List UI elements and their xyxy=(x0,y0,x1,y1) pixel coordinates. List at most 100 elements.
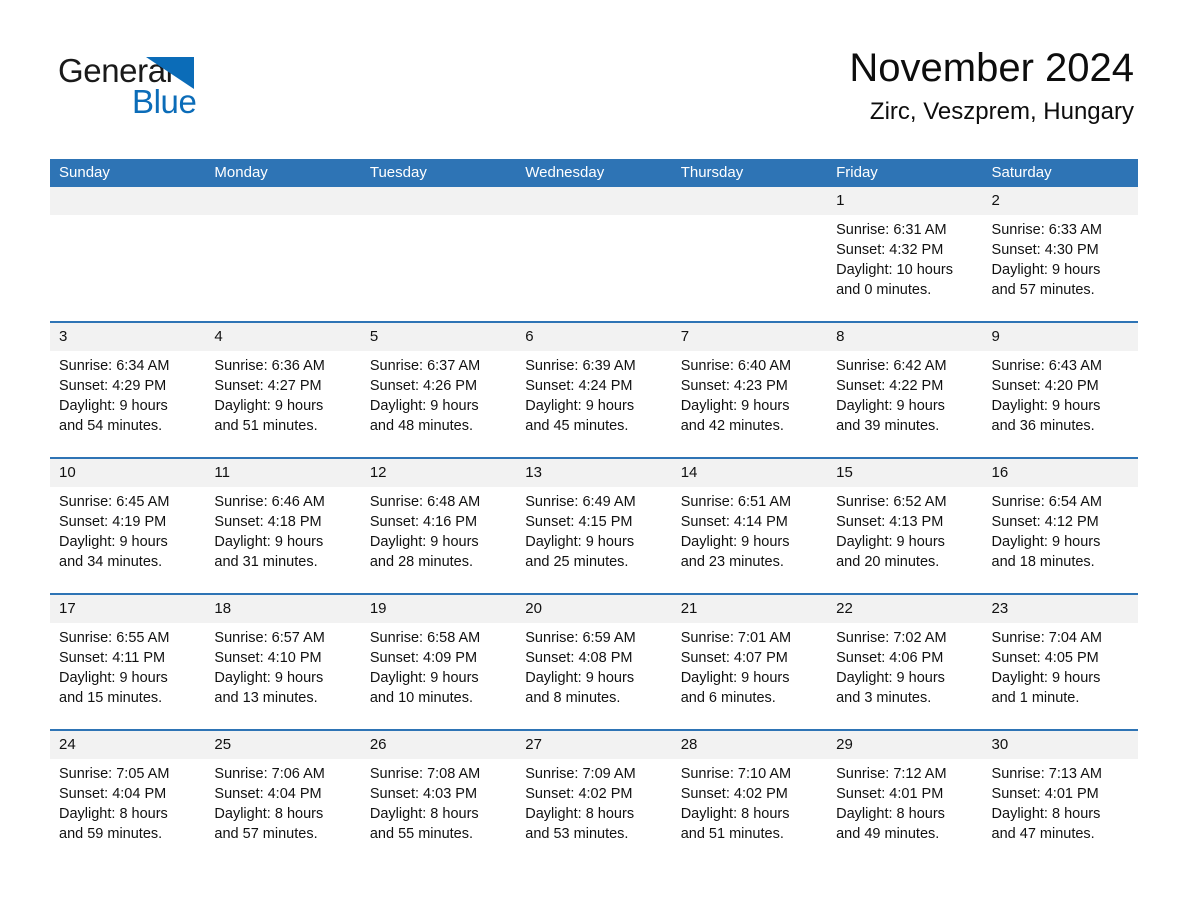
day-number: 4 xyxy=(214,328,223,345)
day-cell[interactable]: Sunrise: 7:10 AM Sunset: 4:02 PM Dayligh… xyxy=(671,759,828,865)
day-cell[interactable] xyxy=(360,215,517,321)
day-cell[interactable]: Sunrise: 6:54 AM Sunset: 4:12 PM Dayligh… xyxy=(982,487,1138,593)
day-number: 18 xyxy=(214,600,232,617)
sunset-text: Sunset: 4:19 PM xyxy=(59,514,167,530)
day-cell[interactable]: Sunrise: 7:09 AM Sunset: 4:02 PM Dayligh… xyxy=(516,759,672,865)
day-cell[interactable]: Sunrise: 7:02 AM Sunset: 4:06 PM Dayligh… xyxy=(827,623,983,729)
day-number: 28 xyxy=(680,736,698,753)
calendar-week-row: 10 11 12 13 14 15 16 Sunrise: 6:45 AM Su… xyxy=(50,457,1138,593)
day-cell[interactable]: Sunrise: 6:58 AM Sunset: 4:09 PM Dayligh… xyxy=(360,623,517,729)
day-cell[interactable]: Sunrise: 7:05 AM Sunset: 4:04 PM Dayligh… xyxy=(50,759,206,865)
day-number: 20 xyxy=(525,600,542,617)
daylight-text: Daylight: 9 hours xyxy=(525,670,635,686)
day-cell[interactable]: Sunrise: 6:49 AM Sunset: 4:15 PM Dayligh… xyxy=(516,487,672,593)
sunset-text: Sunset: 4:29 PM xyxy=(59,378,167,394)
day-cell[interactable]: Sunrise: 6:43 AM Sunset: 4:20 PM Dayligh… xyxy=(982,351,1138,457)
daylight-text-cont: and 20 minutes. xyxy=(836,554,940,570)
day-number: 6 xyxy=(525,328,534,345)
calendar-page: General Blue November 2024 Zirc, Veszpre… xyxy=(0,0,1188,918)
day-cell[interactable] xyxy=(671,215,828,321)
weekday-header-saturday: Saturday xyxy=(991,164,1052,181)
daylight-text: Daylight: 8 hours xyxy=(836,806,945,822)
sunset-text: Sunset: 4:10 PM xyxy=(214,650,322,666)
day-cell[interactable] xyxy=(516,215,672,321)
day-cell[interactable]: Sunrise: 6:36 AM Sunset: 4:27 PM Dayligh… xyxy=(205,351,361,457)
day-cell[interactable]: Sunrise: 6:34 AM Sunset: 4:29 PM Dayligh… xyxy=(50,351,206,457)
daylight-text: Daylight: 9 hours xyxy=(991,262,1101,278)
day-number: 15 xyxy=(836,464,853,481)
day-cell[interactable] xyxy=(205,215,361,321)
sunrise-text: Sunrise: 7:02 AM xyxy=(836,630,947,646)
sunrise-text: Sunrise: 6:48 AM xyxy=(369,494,481,510)
sunset-text: Sunset: 4:18 PM xyxy=(214,514,322,530)
daylight-text-cont: and 28 minutes. xyxy=(369,554,474,570)
sunrise-text: Sunrise: 6:39 AM xyxy=(525,358,636,374)
sunset-text: Sunset: 4:32 PM xyxy=(836,242,944,258)
daylight-text: Daylight: 8 hours xyxy=(59,806,168,822)
daylight-text-cont: and 55 minutes. xyxy=(369,826,474,842)
daylight-text: Daylight: 9 hours xyxy=(836,534,945,550)
daylight-text-cont: and 36 minutes. xyxy=(991,418,1095,434)
day-cell[interactable]: Sunrise: 6:52 AM Sunset: 4:13 PM Dayligh… xyxy=(827,487,983,593)
sunset-text: Sunset: 4:24 PM xyxy=(525,378,633,394)
sunrise-text: Sunrise: 6:36 AM xyxy=(214,358,325,374)
sunrise-text: Sunrise: 6:59 AM xyxy=(525,630,636,646)
day-cell[interactable]: Sunrise: 6:39 AM Sunset: 4:24 PM Dayligh… xyxy=(516,351,672,457)
sunset-text: Sunset: 4:02 PM xyxy=(525,786,633,802)
day-cell[interactable] xyxy=(50,215,206,321)
sunrise-text: Sunrise: 6:45 AM xyxy=(59,494,170,510)
day-cell[interactable]: Sunrise: 7:01 AM Sunset: 4:07 PM Dayligh… xyxy=(671,623,828,729)
day-number xyxy=(205,187,360,215)
sunrise-text: Sunrise: 6:51 AM xyxy=(680,494,792,510)
sunrise-text: Sunrise: 6:46 AM xyxy=(214,494,325,510)
brand-logo[interactable]: General Blue xyxy=(58,52,288,122)
calendar-week-row: 24 25 26 27 28 29 30 Sunrise: 7:05 AM Su… xyxy=(50,729,1138,865)
daylight-text-cont: and 57 minutes. xyxy=(991,282,1095,298)
day-cell[interactable]: Sunrise: 6:33 AM Sunset: 4:30 PM Dayligh… xyxy=(982,215,1138,321)
day-number: 2 xyxy=(991,192,1000,209)
daylight-text-cont: and 0 minutes. xyxy=(836,282,932,298)
day-cell[interactable]: Sunrise: 6:57 AM Sunset: 4:10 PM Dayligh… xyxy=(205,623,361,729)
sunset-text: Sunset: 4:14 PM xyxy=(680,514,788,530)
daylight-text-cont: and 47 minutes. xyxy=(991,826,1095,842)
day-cell[interactable]: Sunrise: 6:48 AM Sunset: 4:16 PM Dayligh… xyxy=(360,487,517,593)
daylight-text-cont: and 51 minutes. xyxy=(680,826,784,842)
day-number: 16 xyxy=(991,464,1009,481)
day-cell[interactable]: Sunrise: 7:12 AM Sunset: 4:01 PM Dayligh… xyxy=(827,759,983,865)
day-number xyxy=(672,187,827,215)
day-cell[interactable]: Sunrise: 7:13 AM Sunset: 4:01 PM Dayligh… xyxy=(982,759,1138,865)
sunrise-text: Sunrise: 7:06 AM xyxy=(214,766,325,782)
daylight-text-cont: and 31 minutes. xyxy=(214,554,318,570)
day-cell[interactable]: Sunrise: 6:42 AM Sunset: 4:22 PM Dayligh… xyxy=(827,351,983,457)
weekday-header-tuesday: Tuesday xyxy=(369,164,427,181)
sunrise-text: Sunrise: 6:37 AM xyxy=(369,358,481,374)
daylight-text: Daylight: 8 hours xyxy=(680,806,790,822)
day-cell[interactable]: Sunrise: 6:55 AM Sunset: 4:11 PM Dayligh… xyxy=(50,623,206,729)
day-cell[interactable]: Sunrise: 6:40 AM Sunset: 4:23 PM Dayligh… xyxy=(671,351,828,457)
day-cell[interactable]: Sunrise: 6:59 AM Sunset: 4:08 PM Dayligh… xyxy=(516,623,672,729)
day-cell[interactable]: Sunrise: 6:45 AM Sunset: 4:19 PM Dayligh… xyxy=(50,487,206,593)
daylight-text: Daylight: 8 hours xyxy=(991,806,1101,822)
day-detail-band: Sunrise: 7:05 AM Sunset: 4:04 PM Dayligh… xyxy=(50,759,1138,865)
daylight-text: Daylight: 9 hours xyxy=(59,534,168,550)
sunrise-text: Sunrise: 7:13 AM xyxy=(991,766,1102,782)
day-number-band: 3 4 5 6 7 8 9 xyxy=(50,323,1138,351)
sunrise-text: Sunrise: 6:43 AM xyxy=(991,358,1102,374)
day-cell[interactable]: Sunrise: 6:51 AM Sunset: 4:14 PM Dayligh… xyxy=(671,487,828,593)
day-cell[interactable]: Sunrise: 7:04 AM Sunset: 4:05 PM Dayligh… xyxy=(982,623,1138,729)
sunset-text: Sunset: 4:02 PM xyxy=(680,786,788,802)
sunrise-text: Sunrise: 6:40 AM xyxy=(680,358,792,374)
sunset-text: Sunset: 4:26 PM xyxy=(369,378,478,394)
day-cell[interactable]: Sunrise: 7:06 AM Sunset: 4:04 PM Dayligh… xyxy=(205,759,361,865)
page-title: November 2024 xyxy=(849,46,1134,90)
day-number: 21 xyxy=(680,600,698,617)
day-number: 3 xyxy=(59,328,68,345)
day-cell[interactable]: Sunrise: 6:31 AM Sunset: 4:32 PM Dayligh… xyxy=(827,215,983,321)
day-cell[interactable]: Sunrise: 6:37 AM Sunset: 4:26 PM Dayligh… xyxy=(360,351,517,457)
daylight-text-cont: and 34 minutes. xyxy=(59,554,163,570)
daylight-text: Daylight: 9 hours xyxy=(369,670,479,686)
day-number-band: 17 18 19 20 21 22 23 xyxy=(50,595,1138,623)
day-cell[interactable]: Sunrise: 6:46 AM Sunset: 4:18 PM Dayligh… xyxy=(205,487,361,593)
day-cell[interactable]: Sunrise: 7:08 AM Sunset: 4:03 PM Dayligh… xyxy=(360,759,517,865)
daylight-text: Daylight: 9 hours xyxy=(214,670,324,686)
